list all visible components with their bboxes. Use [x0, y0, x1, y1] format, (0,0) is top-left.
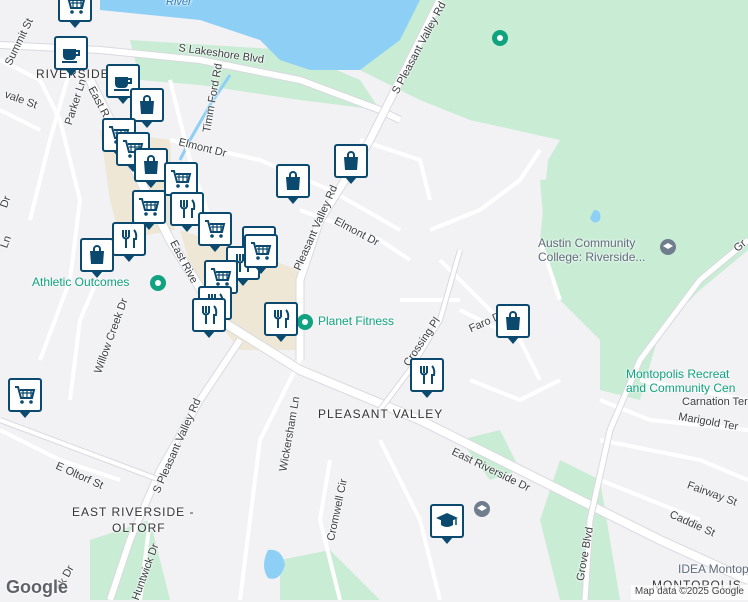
fork-icon	[269, 307, 293, 331]
cart-icon	[249, 239, 273, 263]
fork-icon	[197, 303, 221, 327]
bag-icon	[501, 309, 525, 333]
park-poi-icon[interactable]	[492, 30, 508, 46]
grocery-pin[interactable]	[198, 212, 232, 252]
coffee-icon	[59, 41, 83, 65]
school-pin[interactable]	[430, 504, 464, 544]
map-attribution[interactable]: Map data ©2025 Google	[630, 585, 748, 600]
restaurant-pin[interactable]	[112, 222, 146, 262]
store-pin[interactable]	[496, 304, 530, 344]
bag-icon	[85, 243, 109, 267]
area-label-east-riverside-oltorf: OLTORF	[112, 521, 166, 535]
fork-icon	[415, 363, 439, 387]
store-pin[interactable]	[80, 238, 114, 278]
school-poi-icon[interactable]	[660, 239, 676, 255]
store-pin[interactable]	[276, 164, 310, 204]
area-label-east-riverside-oltorf: EAST RIVERSIDE -	[72, 505, 195, 519]
store-pin[interactable]	[130, 88, 164, 128]
graduation-icon	[435, 509, 459, 533]
grocery-pin[interactable]	[8, 378, 42, 418]
fork-icon	[117, 227, 141, 251]
grocery-pin[interactable]	[164, 162, 198, 202]
restaurant-pin[interactable]	[410, 358, 444, 398]
poi-label-athletic-outcomes[interactable]: Athletic Outcomes	[32, 275, 129, 289]
store-pin[interactable]	[134, 148, 168, 188]
poi-label-austin-community-college[interactable]: Austin Community	[538, 236, 635, 250]
street-label-carnation-ter: Carnation Ter	[682, 396, 748, 408]
cart-icon	[169, 167, 193, 191]
cart-icon	[137, 195, 161, 219]
fitness-poi-icon[interactable]	[297, 314, 313, 330]
grocery-pin[interactable]	[132, 190, 166, 230]
poi-label-montopolis-recreation[interactable]: and Community Cen	[626, 381, 735, 395]
school-poi-icon[interactable]	[474, 501, 490, 517]
restaurant-pin[interactable]	[264, 302, 298, 342]
fitness-poi-icon[interactable]	[150, 275, 166, 291]
poi-label-planet-fitness[interactable]: Planet Fitness	[318, 314, 394, 328]
grocery-pin[interactable]	[244, 234, 278, 274]
cafe-pin[interactable]	[54, 36, 88, 76]
bag-icon	[139, 153, 163, 177]
fork-icon	[175, 197, 199, 221]
poi-label-austin-community-college[interactable]: College: Riverside...	[538, 250, 645, 264]
restaurant-pin[interactable]	[192, 298, 226, 338]
poi-label-idea-montopolis[interactable]: IDEA Montop	[678, 562, 748, 576]
bag-icon	[281, 169, 305, 193]
map-canvas[interactable]: River S Lakeshore Blvd S Pleasant Valley…	[0, 0, 748, 602]
bag-icon	[135, 93, 159, 117]
river-label: River	[166, 0, 192, 8]
google-logo: Google	[6, 577, 68, 597]
cart-icon	[203, 217, 227, 241]
bag-icon	[339, 149, 363, 173]
store-pin[interactable]	[334, 144, 368, 184]
cart-icon	[63, 0, 87, 17]
poi-label-montopolis-recreation[interactable]: Montopolis Recreat	[626, 367, 729, 381]
cart-icon	[13, 383, 37, 407]
area-label-pleasant-valley: PLEASANT VALLEY	[318, 407, 444, 421]
grocery-pin[interactable]	[58, 0, 92, 28]
